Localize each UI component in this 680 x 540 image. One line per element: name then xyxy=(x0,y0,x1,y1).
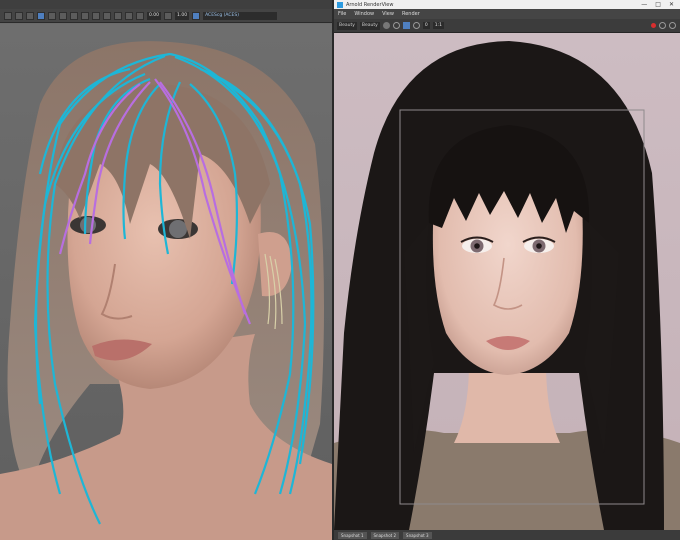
snapshot-tab[interactable]: Snapshot 1 xyxy=(338,531,367,539)
grid-icon[interactable] xyxy=(15,11,23,20)
maximize-button[interactable]: □ xyxy=(655,0,661,9)
right-iris xyxy=(169,220,187,238)
shadow-icon[interactable] xyxy=(70,11,78,20)
render-canvas[interactable] xyxy=(334,33,680,530)
aa-icon[interactable] xyxy=(103,11,111,20)
exposure-icon[interactable] xyxy=(136,11,144,20)
arnold-renderview-window: Arnold RenderView — □ ✕ File Window View… xyxy=(334,0,680,540)
ipr-icon[interactable] xyxy=(392,22,400,29)
renderview-title: Arnold RenderView xyxy=(346,1,394,8)
exposure-icon[interactable] xyxy=(412,22,420,29)
color-management-icon[interactable] xyxy=(192,11,201,20)
maya-viewport-panel[interactable]: 0.00 1.00 ACEScg (ACES) persp xyxy=(0,0,332,540)
menu-render[interactable]: Render xyxy=(402,11,420,17)
renderview-toolbar: Beauty Beauty 0 1:1 xyxy=(334,19,680,33)
camera-icon[interactable] xyxy=(4,11,12,20)
refresh-icon[interactable] xyxy=(659,22,666,29)
viewport-canvas[interactable] xyxy=(0,24,332,540)
smooth-shade-icon[interactable] xyxy=(37,11,45,20)
wireframe-icon[interactable] xyxy=(26,11,34,20)
region-icon[interactable] xyxy=(402,22,410,29)
resolution-gate-icon[interactable] xyxy=(114,11,122,20)
zoom-field[interactable]: 1:1 xyxy=(432,22,444,29)
exposure-field[interactable]: 0 xyxy=(422,22,430,29)
viewport-menu-strip xyxy=(0,0,332,9)
camera-dropdown[interactable]: Beauty xyxy=(337,21,357,30)
light-icon[interactable] xyxy=(59,11,67,20)
snapshot-bar: Snapshot 1 Snapshot 2 Snapshot 3 xyxy=(334,530,680,540)
film-gate-icon[interactable] xyxy=(125,11,133,20)
gamma-field[interactable]: 1.00 xyxy=(175,11,190,20)
menu-window[interactable]: Window xyxy=(354,11,374,17)
aov-dropdown[interactable]: Beauty xyxy=(359,21,380,30)
isolate-icon[interactable] xyxy=(92,11,100,20)
xray-icon[interactable] xyxy=(81,11,89,20)
close-button[interactable]: ✕ xyxy=(669,0,674,9)
stop-render-icon[interactable] xyxy=(651,23,656,28)
left-pupil xyxy=(474,243,480,249)
exposure-field[interactable]: 0.00 xyxy=(147,11,162,20)
snapshot-tab[interactable]: Snapshot 2 xyxy=(370,531,400,539)
arnold-app-icon xyxy=(337,1,343,8)
menu-view[interactable]: View xyxy=(382,11,394,17)
gamma-icon[interactable] xyxy=(164,11,173,20)
renderview-menubar: File Window View Render xyxy=(334,9,680,19)
settings-icon[interactable] xyxy=(669,22,676,29)
viewport-toolbar: 0.00 1.00 ACEScg (ACES) xyxy=(0,9,332,23)
texture-icon[interactable] xyxy=(48,11,56,20)
color-space-select[interactable]: ACEScg (ACES) xyxy=(203,11,278,20)
minimize-button[interactable]: — xyxy=(641,0,647,9)
right-pupil xyxy=(536,243,542,249)
menu-file[interactable]: File xyxy=(338,11,346,17)
render-icon[interactable] xyxy=(382,22,390,29)
snapshot-tab[interactable]: Snapshot 3 xyxy=(403,531,432,539)
renderview-titlebar[interactable]: Arnold RenderView — □ ✕ xyxy=(334,0,680,9)
